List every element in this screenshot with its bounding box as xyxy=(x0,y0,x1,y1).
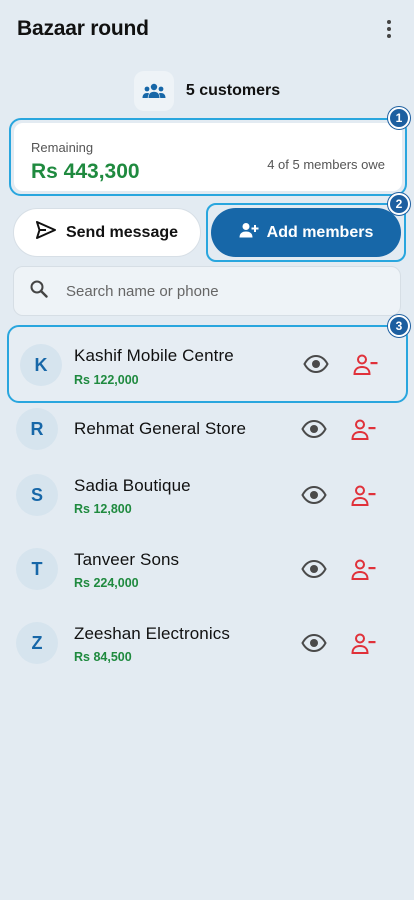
add-person-icon xyxy=(239,222,259,243)
eye-icon[interactable] xyxy=(301,633,327,653)
annotation-badge-2: 2 xyxy=(388,193,410,215)
remove-person-icon[interactable] xyxy=(353,353,379,377)
page-title: Bazaar round xyxy=(17,17,149,40)
search-icon xyxy=(30,280,48,303)
remove-person-icon[interactable] xyxy=(351,484,377,508)
members-owe-text: 4 of 5 members owe xyxy=(267,157,385,172)
avatar: T xyxy=(16,548,58,590)
remaining-summary-card: Remaining Rs 443,300 4 of 5 members owe xyxy=(9,118,407,196)
member-name: Zeeshan Electronics xyxy=(74,624,230,643)
app-header: Bazaar round xyxy=(0,0,414,58)
avatar: K xyxy=(20,344,62,386)
avatar: R xyxy=(16,408,58,450)
eye-icon[interactable] xyxy=(301,559,327,579)
member-amount: Rs 84,500 xyxy=(74,650,132,664)
annotation-badge-1: 1 xyxy=(388,107,410,129)
eye-icon[interactable] xyxy=(301,419,327,439)
more-options-icon[interactable] xyxy=(378,16,400,42)
member-row[interactable]: S Sadia Boutique Rs 12,800 xyxy=(0,472,414,524)
member-amount: Rs 224,000 xyxy=(74,576,139,590)
member-name: Rehmat General Store xyxy=(74,419,247,438)
avatar: Z xyxy=(16,622,58,664)
send-message-label: Send message xyxy=(65,223,179,241)
remaining-label: Remaining xyxy=(31,140,94,155)
remove-person-icon[interactable] xyxy=(351,632,377,656)
customer-count-label: 5 customers xyxy=(185,82,281,99)
member-name: Sadia Boutique xyxy=(74,476,191,495)
avatar: S xyxy=(16,474,58,516)
member-row[interactable]: T Tanveer Sons Rs 224,000 xyxy=(0,546,414,598)
add-members-label: Add members xyxy=(266,223,374,241)
send-message-button[interactable]: Send message xyxy=(13,208,201,257)
member-name: Tanveer Sons xyxy=(74,550,180,569)
remaining-amount: Rs 443,300 xyxy=(31,160,140,183)
member-row[interactable]: R Rehmat General Store xyxy=(0,408,414,460)
group-icon xyxy=(133,71,174,111)
remove-person-icon[interactable] xyxy=(351,558,377,582)
member-amount: Rs 12,800 xyxy=(74,502,132,516)
search-bar[interactable] xyxy=(13,266,401,316)
customer-count-row: 5 customers xyxy=(0,70,414,112)
search-input[interactable] xyxy=(66,282,366,300)
member-amount: Rs 122,000 xyxy=(74,373,139,387)
add-members-button[interactable]: Add members xyxy=(211,208,401,257)
member-row[interactable]: K Kashif Mobile Centre Rs 122,000 xyxy=(7,325,408,403)
send-icon xyxy=(35,221,56,244)
member-name: Kashif Mobile Centre xyxy=(74,346,234,365)
eye-icon[interactable] xyxy=(303,354,329,374)
add-members-highlight: Add members xyxy=(206,203,406,262)
annotation-badge-3: 3 xyxy=(388,315,410,337)
member-row[interactable]: Z Zeeshan Electronics Rs 84,500 xyxy=(0,620,414,672)
eye-icon[interactable] xyxy=(301,485,327,505)
remove-person-icon[interactable] xyxy=(351,418,377,442)
